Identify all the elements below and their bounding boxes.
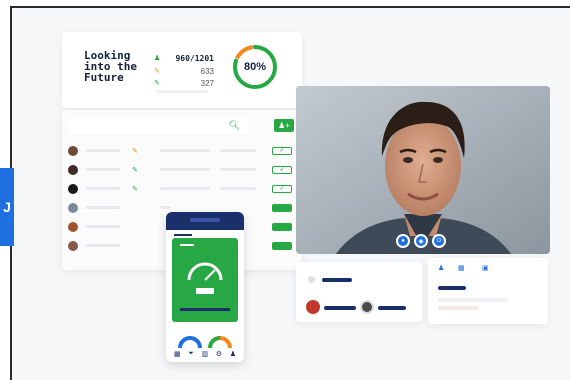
phone-icon: ✎ bbox=[132, 167, 138, 174]
camera-icon[interactable]: ◉ bbox=[414, 234, 428, 248]
grid-icon[interactable]: ▦ bbox=[458, 264, 465, 272]
add-user-button[interactable]: ♟+ bbox=[274, 119, 294, 132]
user-icon[interactable]: ♟ bbox=[230, 350, 236, 358]
participants-card bbox=[296, 262, 422, 322]
stat-row-users: ♟ 960/1201 bbox=[154, 52, 214, 64]
search-icon[interactable]: 🔍︎ bbox=[229, 120, 240, 131]
trash-icon[interactable]: ▥ bbox=[202, 350, 209, 358]
stats-title: Looking into the Future bbox=[84, 49, 137, 84]
stat-value: 327 bbox=[200, 78, 214, 88]
avatar bbox=[68, 222, 78, 232]
table-row[interactable]: ✎ ✓ bbox=[68, 182, 296, 196]
mic-icon[interactable]: ● bbox=[396, 234, 410, 248]
gauge-caption bbox=[180, 308, 230, 311]
add-user-icon: ♟+ bbox=[278, 121, 290, 130]
status-badge[interactable] bbox=[272, 223, 292, 231]
caller-portrait bbox=[296, 86, 550, 254]
stat-row-calls: ✎ 633 bbox=[154, 65, 214, 77]
phone-icon: ✎ bbox=[132, 148, 138, 155]
stat-value: 960/1201 bbox=[175, 53, 214, 63]
avatar bbox=[68, 165, 78, 175]
phone-icon: ✎ bbox=[132, 186, 138, 193]
phone-icon: ✎ bbox=[154, 80, 160, 87]
placeholder-text bbox=[86, 225, 120, 228]
participant-name bbox=[322, 278, 352, 282]
stat-divider bbox=[156, 90, 208, 93]
stat-row-calls-2: ✎ 327 bbox=[154, 77, 214, 89]
phone-title-line bbox=[174, 234, 192, 236]
avatar bbox=[68, 146, 78, 156]
phone-header bbox=[166, 212, 244, 230]
avatar bbox=[68, 203, 78, 213]
filter-icon[interactable]: ⏷ bbox=[188, 350, 194, 358]
phone-nav-bar: ▦ ⏷ ▥ ⚙ ♟ bbox=[174, 350, 236, 358]
grid-icon[interactable]: ▦ bbox=[174, 350, 181, 358]
stats-card: Looking into the Future ♟ 960/1201 ✎ 633… bbox=[62, 32, 302, 108]
status-badge[interactable] bbox=[272, 242, 292, 250]
avatar bbox=[68, 241, 78, 251]
placeholder-text bbox=[86, 149, 120, 152]
placeholder-text bbox=[86, 187, 120, 190]
placeholder-text bbox=[220, 168, 256, 171]
phone-icon: ✎ bbox=[154, 68, 160, 75]
stat-value: 633 bbox=[200, 66, 214, 76]
status-dot bbox=[308, 276, 315, 283]
side-tab[interactable]: J bbox=[0, 168, 14, 246]
progress-label: 80% bbox=[243, 61, 267, 73]
search-input[interactable]: 🔍︎ bbox=[68, 118, 248, 134]
placeholder-text bbox=[86, 168, 120, 171]
end-call-icon[interactable]: ⏻ bbox=[432, 234, 446, 248]
placeholder-text bbox=[220, 149, 256, 152]
gear-icon[interactable]: ⚙ bbox=[216, 350, 222, 358]
participant-name bbox=[324, 306, 356, 310]
status-badge[interactable]: ✓ bbox=[272, 147, 292, 155]
avatar[interactable] bbox=[306, 300, 320, 314]
video-call-panel: ● ◉ ⏻ bbox=[296, 86, 550, 254]
calendar-icon[interactable]: ▣ bbox=[482, 264, 489, 272]
placeholder-text bbox=[160, 168, 210, 171]
status-badge[interactable]: ✓ bbox=[272, 166, 292, 174]
status-badge[interactable] bbox=[272, 204, 292, 212]
placeholder-text bbox=[160, 149, 210, 152]
gauge-readout bbox=[196, 288, 214, 294]
participant-name bbox=[378, 306, 406, 310]
speed-gauge bbox=[187, 262, 223, 281]
avatar[interactable] bbox=[360, 300, 374, 314]
user-icon: ♟ bbox=[154, 55, 161, 62]
detail-line bbox=[438, 306, 478, 310]
gauge-panel bbox=[172, 238, 238, 322]
placeholder-text bbox=[220, 187, 256, 190]
mini-gauges bbox=[178, 336, 232, 349]
call-controls: ● ◉ ⏻ bbox=[396, 234, 446, 248]
user-icon[interactable]: ♟ bbox=[438, 264, 444, 272]
status-badge[interactable]: ✓ bbox=[272, 185, 292, 193]
table-row[interactable]: ✎ ✓ bbox=[68, 163, 296, 177]
details-card: ♟ ▦ ▣ bbox=[428, 258, 548, 324]
detail-heading bbox=[438, 286, 466, 290]
phone-notch bbox=[190, 218, 220, 222]
table-row[interactable]: ✎ ✓ bbox=[68, 144, 296, 158]
detail-line bbox=[438, 298, 508, 302]
mobile-app-mockup: ▦ ⏷ ▥ ⚙ ♟ bbox=[166, 212, 244, 362]
avatar bbox=[68, 184, 78, 194]
placeholder-text bbox=[160, 206, 170, 209]
gauge-label bbox=[180, 244, 194, 246]
placeholder-text bbox=[86, 206, 120, 209]
placeholder-text bbox=[86, 244, 120, 247]
placeholder-text bbox=[160, 187, 210, 190]
